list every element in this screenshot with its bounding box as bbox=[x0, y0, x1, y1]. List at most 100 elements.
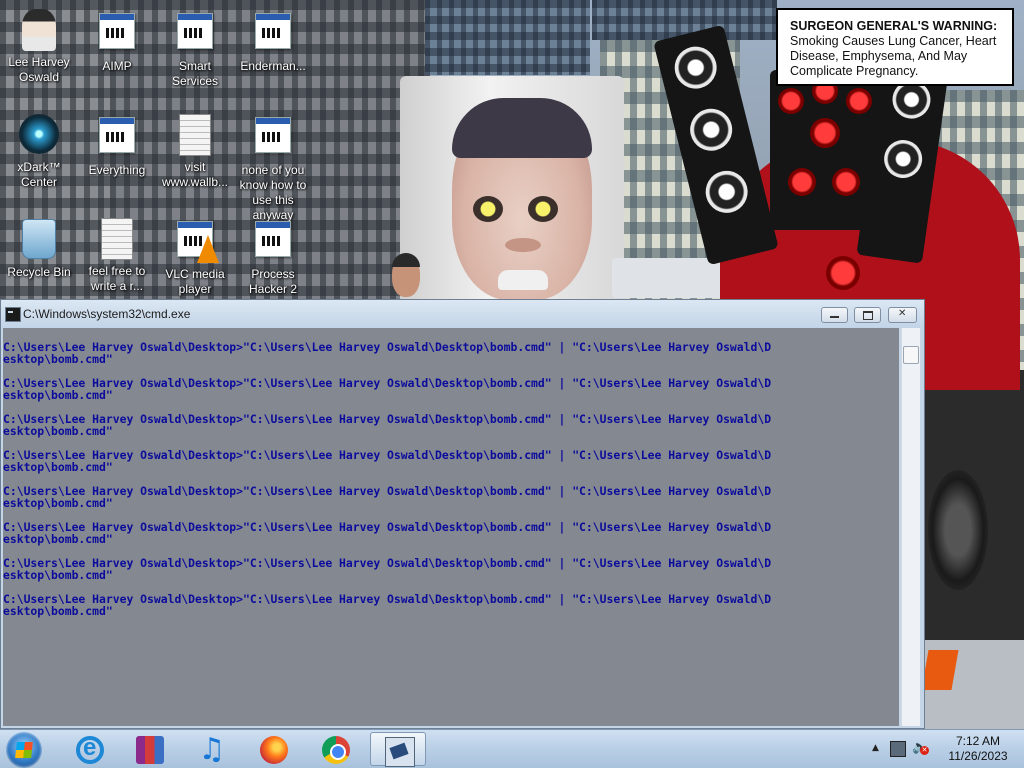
close-button[interactable] bbox=[888, 307, 917, 323]
desktop-icon-label: xDark™ Center bbox=[17, 160, 61, 189]
minimize-button[interactable] bbox=[821, 307, 848, 323]
chest-speaker bbox=[826, 256, 860, 290]
cmd-window[interactable]: C:\Windows\system32\cmd.exe C:\Users\Lee… bbox=[0, 299, 925, 729]
chrome-icon bbox=[322, 736, 350, 764]
system-tray: ▲ 🔈✕ 7:12 AM 11/26/2023 bbox=[864, 730, 1024, 768]
xdark-icon bbox=[19, 114, 59, 154]
console-line: C:\Users\Lee Harvey Oswald\Desktop>"C:\U… bbox=[3, 556, 772, 570]
taskbar-cmd[interactable] bbox=[370, 732, 426, 767]
application-icon bbox=[255, 13, 291, 49]
desktop-icon-label: none of you know how to use this anyway bbox=[239, 163, 307, 222]
clock-time: 7:12 AM bbox=[955, 734, 1001, 748]
taskbar: ♫ ▲ 🔈✕ 7:12 AM 11/26/2023 bbox=[0, 729, 1024, 768]
text-document-icon bbox=[179, 114, 211, 156]
winrar-icon bbox=[136, 736, 164, 764]
vlc-cone-icon bbox=[197, 235, 219, 263]
desktop-icon-label: VLC media player bbox=[165, 267, 225, 296]
desktop-icon-smart-services[interactable]: Smart Services bbox=[156, 8, 234, 89]
scrollbar-thumb[interactable] bbox=[903, 346, 919, 364]
taskbar-internet-explorer[interactable] bbox=[62, 732, 118, 766]
console-entry: C:\Users\Lee Harvey Oswald\Desktop>"C:\U… bbox=[3, 341, 899, 365]
show-hidden-icons-arrow[interactable]: ▲ bbox=[872, 743, 879, 753]
application-icon bbox=[99, 13, 135, 49]
desktop-icon-recycle-bin[interactable]: Recycle Bin bbox=[0, 216, 78, 280]
desktop-icon-label: AIMP bbox=[102, 59, 132, 73]
console-line: esktop\bomb.cmd" bbox=[3, 388, 113, 402]
desktop-icon-vlc[interactable]: VLC media player bbox=[156, 216, 234, 297]
warning-heading: SURGEON GENERAL'S WARNING: bbox=[790, 19, 998, 33]
desktop-icon-enderman[interactable]: Enderman... bbox=[234, 8, 312, 74]
desktop-icon-none-of-you[interactable]: none of you know how to use this anyway bbox=[234, 112, 312, 223]
console-entry: C:\Users\Lee Harvey Oswald\Desktop>"C:\U… bbox=[3, 557, 899, 581]
console-line: esktop\bomb.cmd" bbox=[3, 604, 113, 618]
taskbar-itunes[interactable]: ♫ bbox=[184, 732, 240, 766]
console-line: esktop\bomb.cmd" bbox=[3, 568, 113, 582]
desktop-icon-label: Process Hacker 2 bbox=[248, 267, 298, 296]
internet-explorer-icon bbox=[76, 734, 104, 764]
start-button[interactable] bbox=[6, 732, 42, 768]
desktop-icon-label: feel free to write a r... bbox=[88, 264, 146, 293]
taskbar-firefox[interactable] bbox=[246, 732, 302, 766]
desktop-icon-visit-wallb[interactable]: visit www.wallb... bbox=[156, 112, 234, 190]
text-document-icon bbox=[101, 218, 133, 260]
taskbar-chrome[interactable] bbox=[308, 732, 364, 766]
console-line: C:\Users\Lee Harvey Oswald\Desktop>"C:\U… bbox=[3, 448, 772, 462]
desktop-icon-label: Lee Harvey Oswald bbox=[8, 55, 70, 84]
skibidi-hair bbox=[452, 98, 592, 158]
helicopter bbox=[612, 258, 722, 298]
speaker-woofer bbox=[928, 470, 988, 590]
desktop-icon-label: visit www.wallb... bbox=[161, 160, 229, 189]
gear-application-icon bbox=[177, 13, 213, 49]
desktop-icon-process-hacker[interactable]: Process Hacker 2 bbox=[234, 216, 312, 297]
desktop-icon-label: Everything bbox=[88, 163, 146, 177]
desktop-icon-feel-free[interactable]: feel free to write a r... bbox=[78, 216, 156, 294]
window-titlebar[interactable]: C:\Windows\system32\cmd.exe bbox=[1, 300, 924, 328]
console-entry: C:\Users\Lee Harvey Oswald\Desktop>"C:\U… bbox=[3, 593, 899, 617]
music-note-icon: ♫ bbox=[198, 732, 226, 767]
desktop-icon-everything[interactable]: Everything bbox=[78, 112, 156, 178]
desktop-icon-label: Recycle Bin bbox=[7, 265, 71, 279]
clock-date: 11/26/2023 bbox=[948, 749, 1008, 763]
warning-text: Smoking Causes Lung Cancer, Heart Diseas… bbox=[790, 34, 997, 78]
console-line: C:\Users\Lee Harvey Oswald\Desktop>"C:\U… bbox=[3, 592, 772, 606]
cmd-icon[interactable] bbox=[5, 307, 21, 322]
desktop-icon-aimp[interactable]: AIMP bbox=[78, 8, 156, 74]
console-entry: C:\Users\Lee Harvey Oswald\Desktop>"C:\U… bbox=[3, 377, 899, 401]
console-line: esktop\bomb.cmd" bbox=[3, 352, 113, 366]
clock[interactable]: 7:12 AM 11/26/2023 bbox=[934, 734, 1022, 764]
maximize-button[interactable] bbox=[854, 307, 881, 323]
console-line: esktop\bomb.cmd" bbox=[3, 460, 113, 474]
left-eye bbox=[473, 196, 503, 222]
recycle-bin-icon bbox=[22, 219, 56, 259]
console-line: C:\Users\Lee Harvey Oswald\Desktop>"C:\U… bbox=[3, 412, 772, 426]
desktop-icon-label: Smart Services bbox=[171, 59, 218, 88]
desktop-icon-lee-harvey-oswald[interactable]: Lee Harvey Oswald bbox=[0, 8, 78, 85]
console-entry: C:\Users\Lee Harvey Oswald\Desktop>"C:\U… bbox=[3, 485, 899, 509]
teeth bbox=[498, 270, 548, 290]
volume-muted-icon[interactable]: 🔈✕ bbox=[912, 741, 929, 755]
console-line: C:\Users\Lee Harvey Oswald\Desktop>"C:\U… bbox=[3, 376, 772, 390]
application-icon bbox=[255, 117, 291, 153]
right-eye bbox=[528, 196, 558, 222]
user-avatar-icon bbox=[22, 9, 56, 51]
surgeon-general-warning: SURGEON GENERAL'S WARNING: Smoking Cause… bbox=[776, 8, 1014, 86]
taskbar-winrar[interactable] bbox=[122, 732, 178, 766]
console-line: C:\Users\Lee Harvey Oswald\Desktop>"C:\U… bbox=[3, 340, 772, 354]
application-icon bbox=[99, 117, 135, 153]
window-title: C:\Windows\system32\cmd.exe bbox=[23, 307, 191, 321]
desktop-icon-xdark-center[interactable]: xDark™ Center bbox=[0, 112, 78, 190]
console-line: esktop\bomb.cmd" bbox=[3, 496, 113, 510]
cmd-icon bbox=[385, 737, 415, 767]
vertical-scrollbar[interactable] bbox=[901, 328, 920, 726]
console-line: C:\Users\Lee Harvey Oswald\Desktop>"C:\U… bbox=[3, 484, 772, 498]
console-line: esktop\bomb.cmd" bbox=[3, 424, 113, 438]
console-entry: C:\Users\Lee Harvey Oswald\Desktop>"C:\U… bbox=[3, 521, 899, 545]
network-icon[interactable] bbox=[890, 741, 906, 757]
console-output[interactable]: C:\Users\Lee Harvey Oswald\Desktop>"C:\U… bbox=[3, 328, 899, 726]
console-line: esktop\bomb.cmd" bbox=[3, 532, 113, 546]
console-entry: C:\Users\Lee Harvey Oswald\Desktop>"C:\U… bbox=[3, 413, 899, 437]
console-line: C:\Users\Lee Harvey Oswald\Desktop>"C:\U… bbox=[3, 520, 772, 534]
console-entry: C:\Users\Lee Harvey Oswald\Desktop>"C:\U… bbox=[3, 449, 899, 473]
process-hacker-icon bbox=[255, 221, 291, 257]
speaker-head bbox=[770, 70, 880, 230]
